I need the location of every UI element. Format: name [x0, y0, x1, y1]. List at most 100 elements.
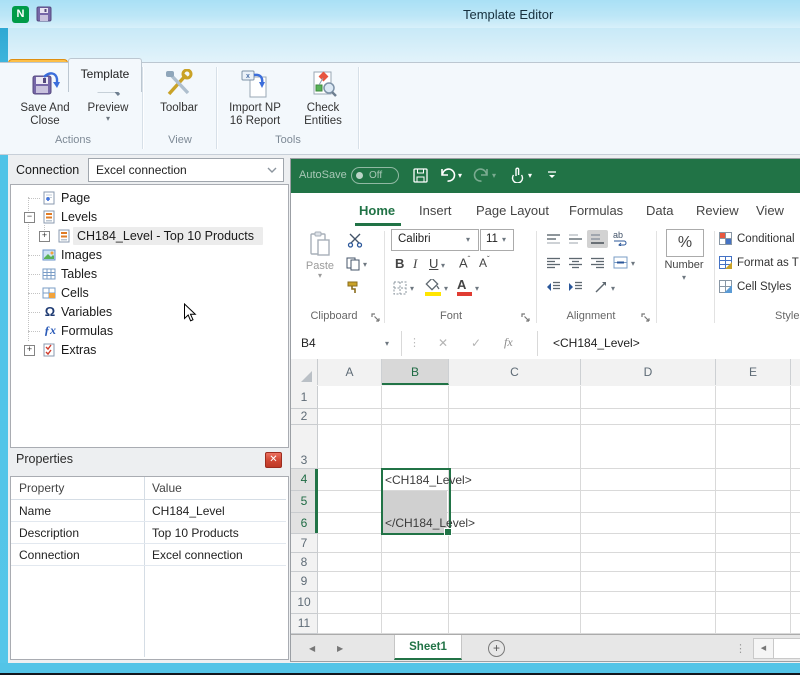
italic-button[interactable]: I: [413, 256, 417, 272]
tree-item-extras[interactable]: + Extras: [11, 341, 286, 359]
format-as-table-button[interactable]: Format as T: [737, 257, 799, 269]
excel-tab-page-layout[interactable]: Page Layout: [476, 203, 549, 218]
grow-font-button[interactable]: Aˆ: [459, 255, 470, 270]
column-header-e[interactable]: E: [716, 359, 791, 385]
orientation-dropdown-icon[interactable]: ▾: [611, 285, 615, 293]
conditional-formatting-button[interactable]: Conditional: [737, 233, 795, 245]
row-header-3[interactable]: 3: [291, 425, 318, 469]
align-left-icon[interactable]: [546, 257, 561, 269]
property-value-cell[interactable]: CH184_Level: [152, 504, 225, 518]
row-header-11[interactable]: 11: [291, 614, 318, 634]
properties-close-button[interactable]: ✕: [265, 452, 282, 468]
borders-icon[interactable]: [393, 281, 407, 295]
font-size-select[interactable]: 11 ▾: [480, 229, 514, 251]
cut-icon[interactable]: [347, 233, 363, 248]
decrease-indent-icon[interactable]: [546, 281, 561, 293]
tree-item-images[interactable]: Images: [11, 246, 286, 264]
column-header-c[interactable]: C: [449, 359, 581, 385]
insert-function-icon[interactable]: fx: [504, 335, 513, 350]
spreadsheet-grid[interactable]: 1 2 3 4 5 6 7 8 9 10 11 <CH184_Level> </…: [291, 386, 800, 634]
underline-button[interactable]: U: [429, 256, 438, 271]
row-header-5[interactable]: 5: [291, 491, 318, 513]
cell-b6[interactable]: </CH184_Level>: [385, 516, 475, 530]
name-box[interactable]: B4 ▾: [293, 331, 402, 356]
toolbar-button[interactable]: Toolbar: [148, 67, 210, 139]
cell-b4[interactable]: <CH184_Level>: [385, 473, 472, 487]
confirm-entry-icon[interactable]: ✓: [471, 336, 481, 350]
row-header-4[interactable]: 4: [291, 469, 318, 491]
merge-center-icon[interactable]: [613, 256, 628, 269]
copy-icon[interactable]: [346, 257, 360, 271]
cancel-entry-icon[interactable]: ✕: [438, 336, 448, 350]
tree-item-cells[interactable]: Cells: [11, 284, 286, 302]
excel-tab-insert[interactable]: Insert: [419, 203, 452, 218]
property-value-cell[interactable]: Top 10 Products: [152, 526, 239, 540]
tree-item-tables[interactable]: Tables: [11, 265, 286, 283]
formula-bar-content[interactable]: <CH184_Level>: [553, 336, 640, 350]
excel-tab-data[interactable]: Data: [646, 203, 673, 218]
save-icon[interactable]: [413, 168, 428, 183]
fill-color-icon[interactable]: [425, 279, 441, 296]
undo-icon[interactable]: [439, 167, 456, 183]
row-header-10[interactable]: 10: [291, 592, 318, 614]
column-header-a[interactable]: A: [318, 359, 382, 385]
save-and-close-button[interactable]: Save AndClose: [14, 67, 76, 139]
align-top-icon[interactable]: [546, 233, 561, 245]
expand-icon[interactable]: +: [24, 345, 35, 356]
preview-dropdown-icon[interactable]: ▾: [80, 115, 136, 123]
number-format-dropdown-icon[interactable]: ▾: [651, 274, 717, 282]
tab-template[interactable]: Template: [68, 58, 142, 92]
clipboard-dialog-launcher-icon[interactable]: [371, 313, 380, 322]
expand-icon[interactable]: +: [39, 231, 50, 242]
format-painter-icon[interactable]: [346, 280, 362, 295]
touch-mode-icon[interactable]: [509, 167, 525, 183]
increase-indent-icon[interactable]: [568, 281, 583, 293]
tab-bar-resize-icon[interactable]: ⋮: [735, 642, 746, 655]
row-header-8[interactable]: 8: [291, 553, 318, 572]
alignment-dialog-launcher-icon[interactable]: [641, 313, 650, 322]
row-header-7[interactable]: 7: [291, 534, 318, 553]
sheet-nav-right-icon[interactable]: ▶: [337, 644, 343, 653]
borders-dropdown-icon[interactable]: ▾: [410, 285, 414, 293]
row-header-9[interactable]: 9: [291, 572, 318, 592]
touch-mode-dropdown-icon[interactable]: ▾: [528, 172, 532, 180]
wrap-text-icon[interactable]: ab: [613, 230, 627, 246]
align-right-icon[interactable]: [590, 257, 605, 269]
tree-item-page[interactable]: Page: [11, 189, 286, 207]
font-dialog-launcher-icon[interactable]: [521, 313, 530, 322]
check-entities-button[interactable]: CheckEntities: [292, 67, 354, 139]
row-header-2[interactable]: 2: [291, 409, 318, 425]
quick-save-icon[interactable]: [36, 6, 52, 22]
row-header-6[interactable]: 6: [291, 513, 318, 534]
column-header-b[interactable]: B: [382, 359, 449, 385]
excel-tab-formulas[interactable]: Formulas: [569, 203, 623, 218]
undo-dropdown-icon[interactable]: ▾: [458, 172, 462, 180]
redo-icon[interactable]: [473, 167, 490, 183]
property-value-cell[interactable]: Excel connection: [152, 548, 243, 562]
new-sheet-icon[interactable]: +: [488, 640, 505, 657]
paste-button[interactable]: Paste ▾: [299, 231, 341, 280]
select-all-corner[interactable]: [291, 359, 318, 385]
align-middle-icon[interactable]: [568, 233, 583, 245]
font-color-dropdown-icon[interactable]: ▾: [475, 285, 479, 293]
hscroll-left-icon[interactable]: ◀: [753, 638, 774, 659]
merge-center-dropdown-icon[interactable]: ▾: [631, 260, 635, 268]
font-name-select[interactable]: Calibri ▾: [391, 229, 479, 251]
name-box-dropdown-icon[interactable]: ▾: [385, 340, 389, 348]
tree-item-variables[interactable]: Ω Variables: [11, 303, 286, 321]
fill-color-dropdown-icon[interactable]: ▾: [444, 285, 448, 293]
autosave-toggle[interactable]: Off: [351, 167, 399, 184]
collapse-icon[interactable]: −: [24, 212, 35, 223]
customize-qat-icon[interactable]: [546, 169, 558, 181]
sheet-tab-sheet1[interactable]: Sheet1: [394, 635, 462, 660]
orientation-icon[interactable]: [594, 280, 608, 294]
excel-tab-review[interactable]: Review: [696, 203, 739, 218]
align-center-icon[interactable]: [568, 257, 583, 269]
connection-dropdown[interactable]: Excel connection: [88, 158, 284, 182]
sheet-nav-left-icon[interactable]: ◀: [309, 644, 315, 653]
hscroll-track[interactable]: [773, 638, 800, 659]
excel-tab-view[interactable]: View: [756, 203, 784, 218]
tree-item-formulas[interactable]: ƒx Formulas: [11, 322, 286, 340]
copy-dropdown-icon[interactable]: ▾: [363, 261, 367, 269]
align-bottom-button[interactable]: [587, 230, 608, 248]
